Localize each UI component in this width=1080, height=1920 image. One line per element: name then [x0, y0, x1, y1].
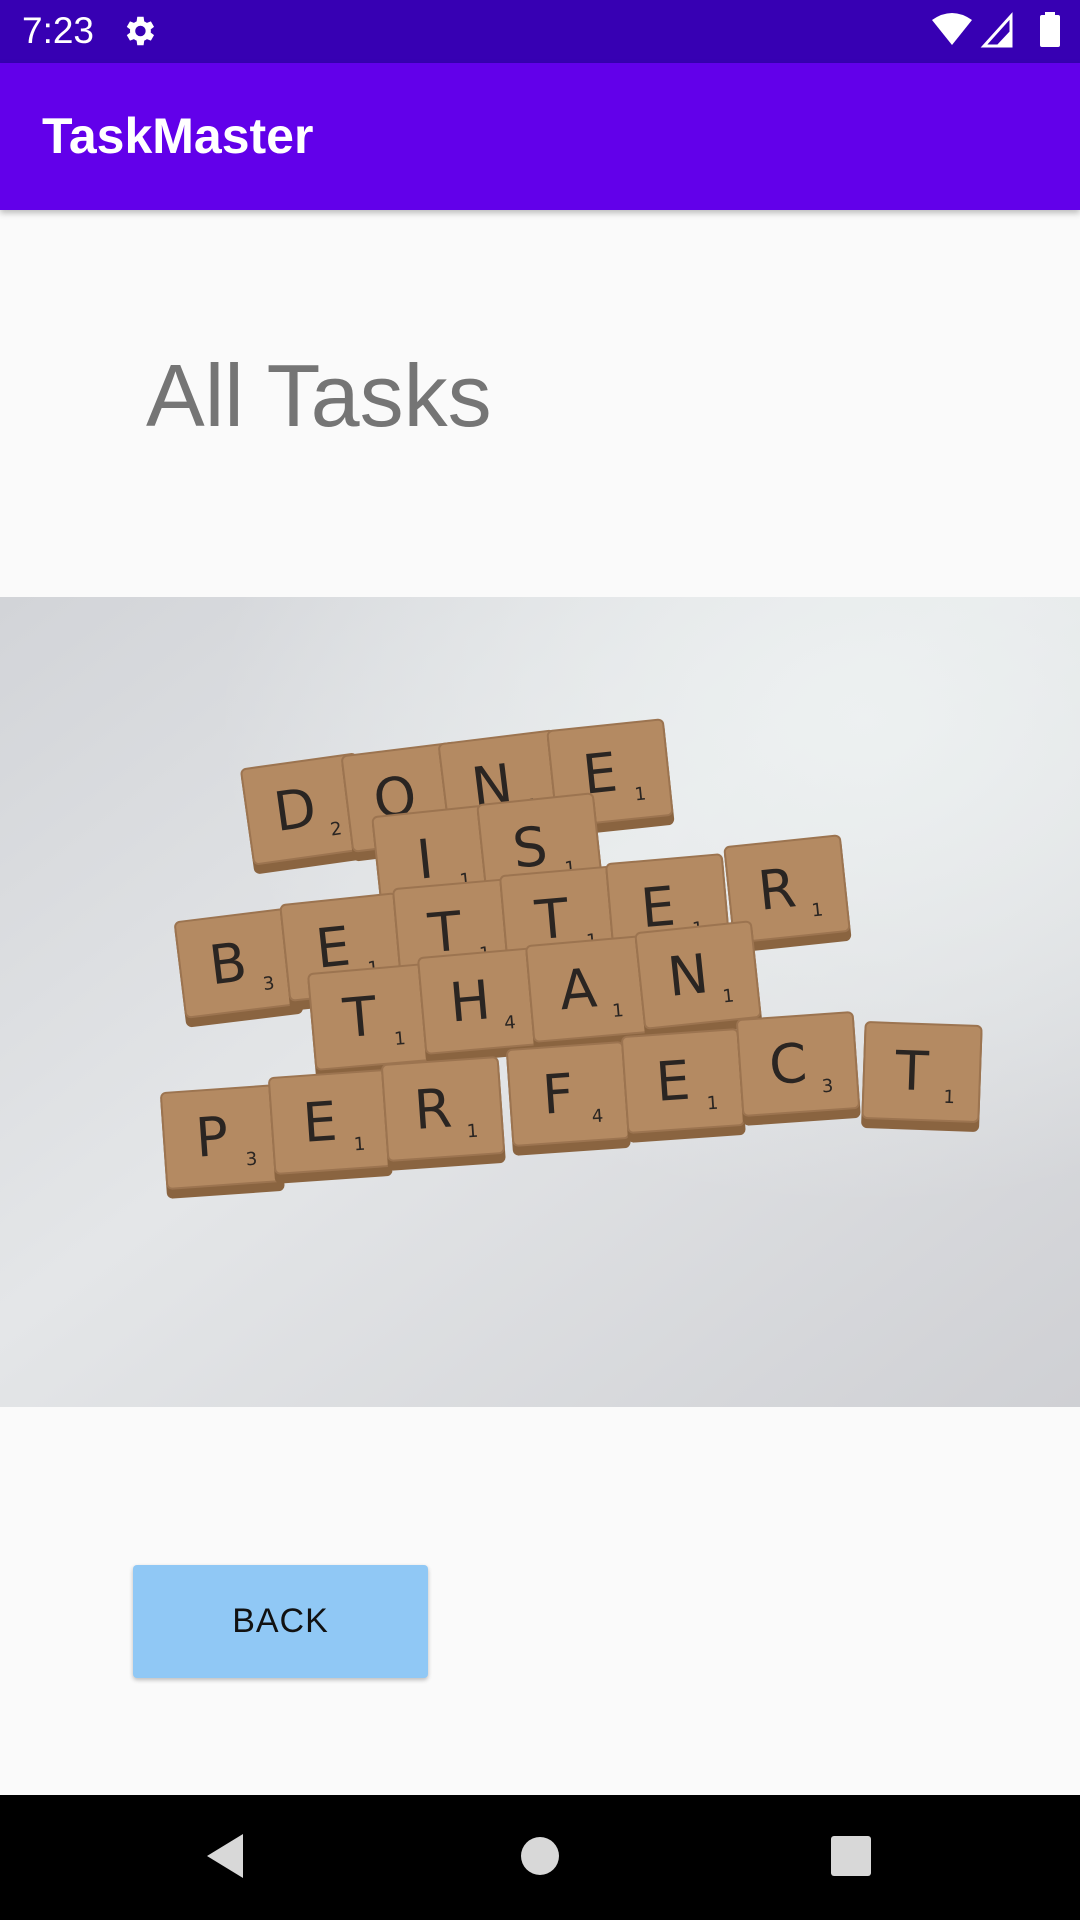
status-bar: 7:23 [0, 0, 1080, 63]
navigation-bar [0, 1795, 1080, 1920]
back-button[interactable]: BACK [133, 1565, 428, 1678]
tile-score: 3 [821, 1076, 834, 1098]
tile-score: 1 [611, 1000, 624, 1022]
tile-letter: A [557, 956, 599, 1022]
recents-square-icon[interactable] [830, 1832, 872, 1885]
scrabble-tile: R1 [381, 1056, 506, 1171]
tile-score: 1 [353, 1134, 366, 1156]
tile-score: 1 [634, 783, 648, 805]
tile-letter: F [540, 1062, 575, 1127]
settings-icon [120, 12, 158, 55]
battery-icon [1040, 15, 1060, 47]
tile-letter: P [194, 1105, 231, 1170]
tile-letter: S [510, 814, 551, 880]
scrabble-tile: E1 [621, 1028, 746, 1143]
scrabble-tile: F4 [506, 1041, 631, 1156]
scrabble-tiles-image: D2O1N1E1I1S1B3E1T1T1E1R1T1H4A1N1P3E1R1F4… [0, 597, 1080, 1407]
tile-letter: B [206, 930, 250, 997]
scrabble-tile: E1 [268, 1069, 393, 1184]
tile-score: 1 [811, 899, 825, 921]
tile-letter: H [447, 968, 493, 1034]
page-title: All Tasks [146, 346, 492, 445]
tile-score: 4 [503, 1012, 516, 1034]
tile-letter: C [767, 1031, 809, 1096]
app-bar: TaskMaster [0, 63, 1080, 210]
scrabble-tile: P3 [160, 1084, 285, 1199]
app-title: TaskMaster [42, 108, 314, 164]
tile-letter: N [665, 942, 712, 1009]
scrabble-tile: H4 [417, 947, 544, 1064]
tile-score: 1 [943, 1087, 955, 1108]
back-triangle-icon[interactable] [205, 1832, 245, 1885]
tile-letter: R [412, 1076, 454, 1141]
home-circle-icon[interactable] [520, 1832, 560, 1885]
scrabble-tile: C3 [736, 1011, 861, 1126]
tile-letter: R [755, 856, 799, 923]
tile-letter: E [654, 1049, 692, 1114]
scrabble-tile: T1 [861, 1021, 983, 1132]
tile-letter: D [270, 776, 320, 844]
status-icons [932, 12, 1062, 55]
tile-letter: T [340, 984, 380, 1050]
tile-score: 4 [591, 1106, 604, 1128]
wifi-icon [932, 13, 972, 45]
tile-score: 1 [466, 1121, 479, 1143]
status-time: 7:23 [22, 10, 95, 51]
tile-letter: E [301, 1090, 339, 1155]
tile-score: 1 [706, 1093, 719, 1115]
scrabble-tile: A1 [525, 935, 652, 1052]
tile-score: 1 [393, 1028, 406, 1050]
tile-letter: T [893, 1039, 930, 1103]
tile-score: 3 [245, 1149, 258, 1171]
tile-score: 1 [722, 985, 736, 1007]
